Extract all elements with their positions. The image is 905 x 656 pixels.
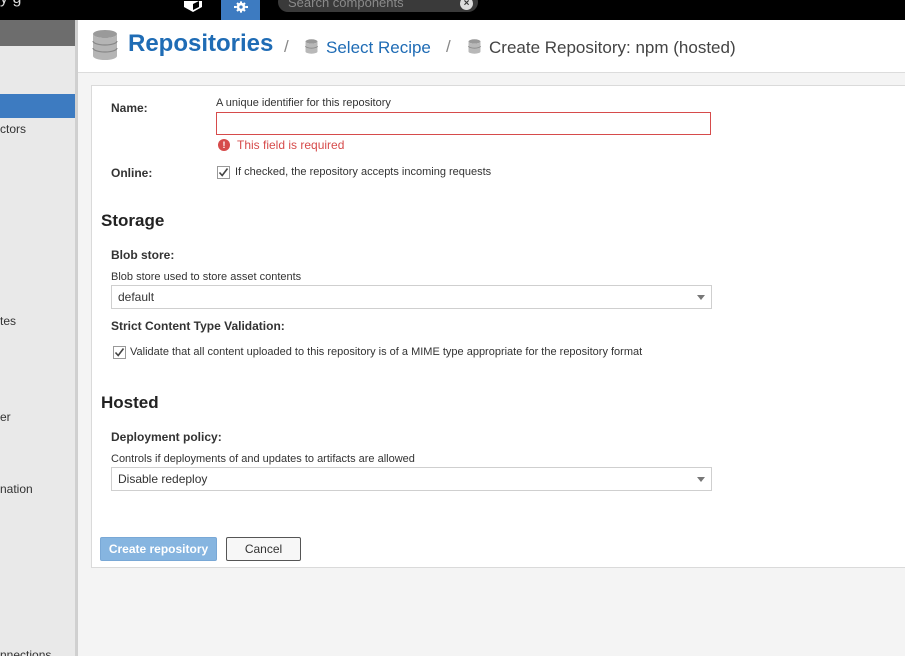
search-box[interactable]: ×: [278, 0, 478, 12]
name-input[interactable]: [216, 112, 711, 135]
name-label: Name:: [111, 101, 148, 115]
sidebar-scrollbar[interactable]: [75, 20, 77, 656]
storage-section-title: Storage: [101, 211, 165, 230]
create-repository-button[interactable]: Create repository: [100, 537, 217, 561]
blob-store-select[interactable]: default: [111, 285, 712, 309]
breadcrumb-select-recipe[interactable]: Select Recipe: [326, 38, 431, 58]
blob-store-help-text: Blob store used to store asset contents: [111, 271, 302, 283]
page-title[interactable]: Repositories: [128, 30, 273, 58]
cancel-button[interactable]: Cancel: [226, 537, 301, 561]
search-input[interactable]: [288, 0, 453, 12]
breadcrumb-current: Create Repository: npm (hosted): [489, 38, 736, 57]
online-label: Online:: [111, 166, 153, 180]
page-header: Repositories / Select Recipe / Create Re…: [78, 20, 905, 73]
create-repository-form: Name: A unique identifier for this repos…: [91, 85, 905, 568]
database-icon: [305, 39, 318, 59]
name-error: ! This field is required: [218, 138, 344, 152]
blob-store-label: Blob store:: [111, 248, 175, 262]
sidebar-item-tes[interactable]: tes: [0, 314, 16, 328]
database-icon: [468, 39, 481, 59]
online-checkbox[interactable]: [217, 166, 230, 179]
breadcrumb-separator: /: [284, 37, 289, 56]
name-error-text: This field is required: [237, 138, 345, 152]
sidebar-item-active[interactable]: [0, 94, 77, 118]
top-bar: y g: [0, 0, 905, 20]
cube-icon: [181, 0, 205, 18]
error-icon: !: [218, 139, 230, 151]
chevron-down-icon: [697, 295, 705, 300]
sidebar: ctors tes er nation nnections: [0, 20, 78, 656]
deployment-policy-value: Disable redeploy: [118, 472, 208, 486]
database-icon: [92, 30, 118, 65]
browse-button[interactable]: [178, 0, 208, 20]
sidebar-header: [0, 20, 77, 46]
strict-validation-help-text: Validate that all content uploaded to th…: [130, 346, 643, 358]
gear-icon: [231, 0, 251, 19]
deployment-policy-label: Deployment policy:: [111, 430, 222, 444]
deployment-policy-select[interactable]: Disable redeploy: [111, 467, 712, 491]
checkmark-icon: [114, 348, 125, 357]
deployment-policy-help-text: Controls if deployments of and updates t…: [111, 453, 415, 465]
strict-validation-checkbox[interactable]: [113, 346, 126, 359]
breadcrumb-separator: /: [446, 37, 451, 56]
online-help-text: If checked, the repository accepts incom…: [235, 166, 492, 178]
checkmark-icon: [218, 168, 229, 177]
blob-store-value: default: [118, 290, 155, 304]
topbar-title-fragment: y g: [0, 0, 21, 8]
strict-validation-label: Strict Content Type Validation:: [111, 319, 285, 333]
name-help-text: A unique identifier for this repository: [216, 97, 391, 109]
chevron-down-icon: [697, 477, 705, 482]
sidebar-item-connections[interactable]: nnections: [0, 648, 51, 656]
sidebar-item-nation[interactable]: nation: [0, 482, 33, 496]
sidebar-item-connectors[interactable]: ctors: [0, 122, 26, 136]
hosted-section-title: Hosted: [101, 393, 159, 412]
administration-button[interactable]: [221, 0, 260, 20]
sidebar-item-er[interactable]: er: [0, 410, 11, 424]
clear-search-icon[interactable]: ×: [460, 0, 473, 10]
